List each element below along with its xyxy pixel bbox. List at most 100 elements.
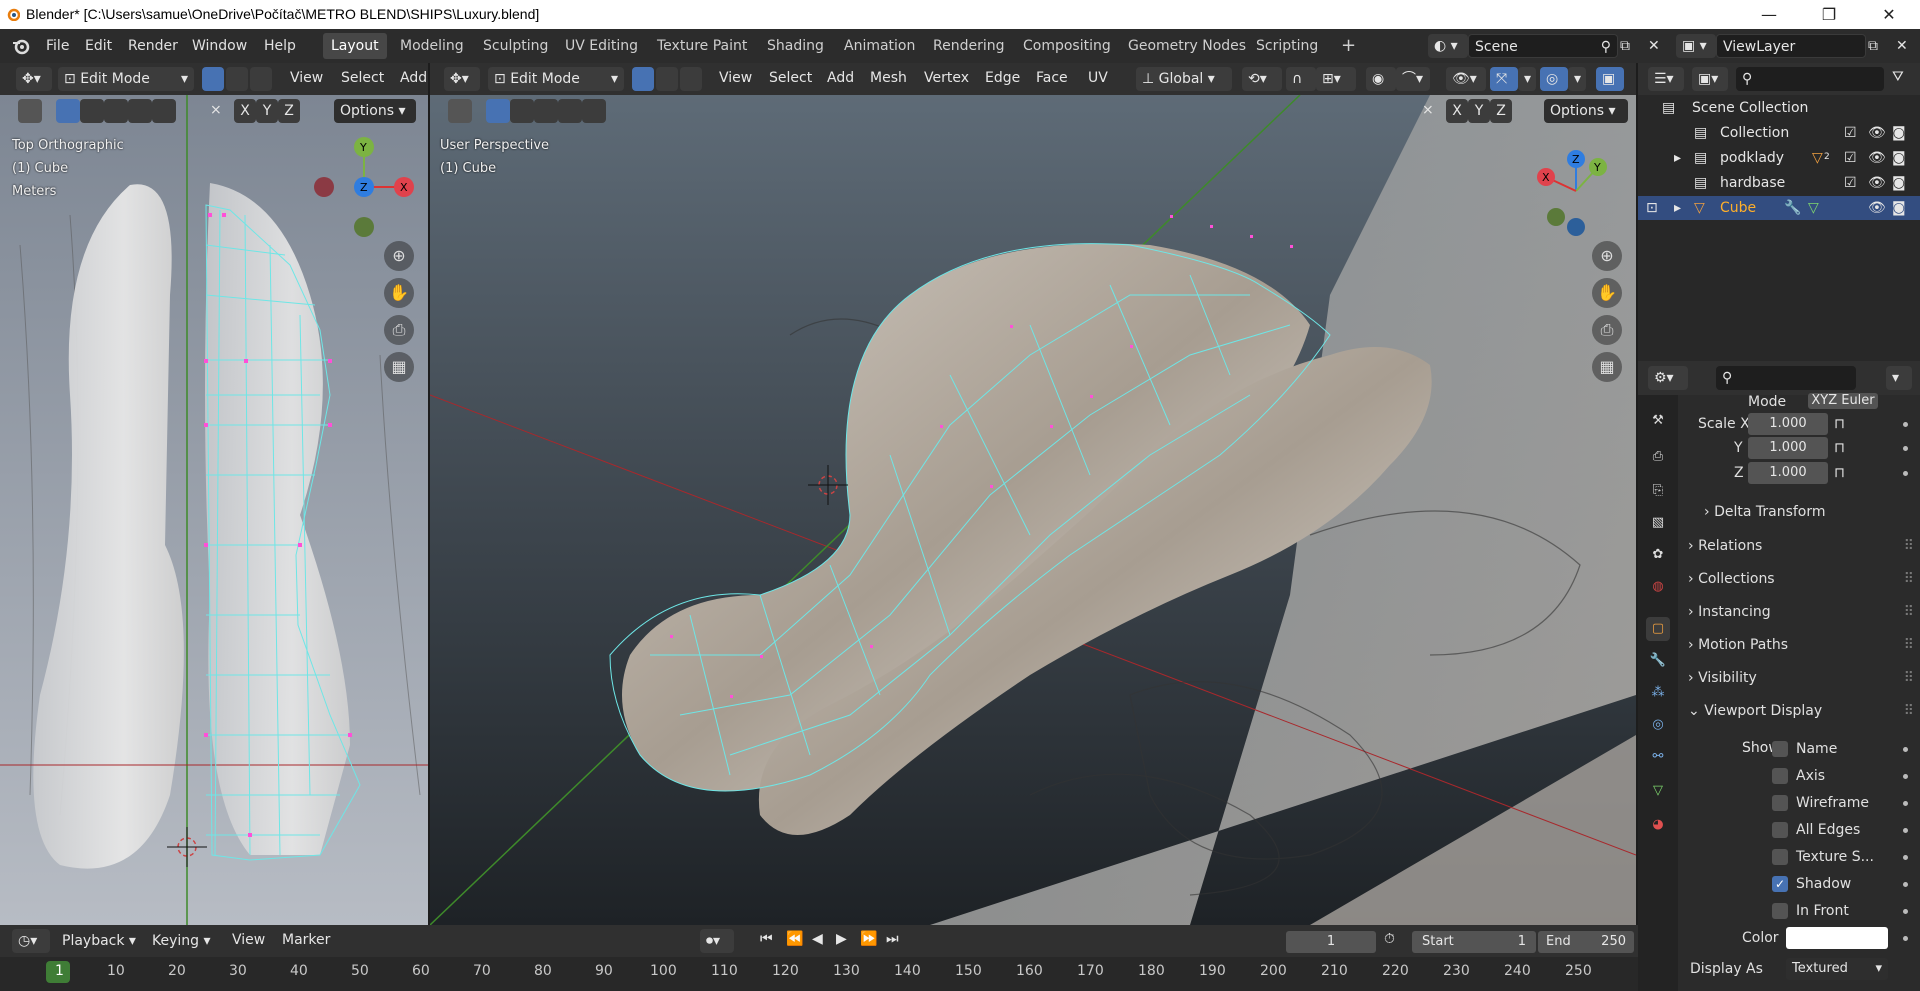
menu-window[interactable]: Window (190, 35, 249, 57)
keyframe-dot-icon[interactable] (1903, 774, 1908, 779)
maximize-button[interactable]: ❐ (1806, 0, 1852, 29)
mirror-x-toggle[interactable]: X (234, 99, 256, 123)
main-select-tool-button[interactable] (448, 99, 472, 123)
eye-icon[interactable]: 👁 (1868, 146, 1886, 170)
outliner-item-collection[interactable]: ▤ Collection ☑ 👁 ◙ (1638, 121, 1920, 145)
lock-icon[interactable]: ⊓ (1834, 434, 1845, 462)
eye-icon[interactable]: 👁 (1868, 121, 1886, 145)
stopwatch-icon[interactable]: ⏱ (1384, 931, 1395, 947)
physics-tab-icon[interactable]: ◎ (1646, 713, 1670, 737)
outliner-item-podklady[interactable]: ▸ ▤ podklady ▽ 2 ☑ 👁 ◙ (1638, 146, 1920, 170)
auto-keying-button[interactable]: ⏺▾ (700, 929, 734, 953)
tab-scripting[interactable]: Scripting (1248, 33, 1326, 59)
play-reverse-icon[interactable]: ◀ (812, 931, 823, 947)
camera-render-icon[interactable]: ◙ (1892, 171, 1906, 195)
instancing-panel[interactable]: › Instancing ⠿ (1688, 598, 1914, 626)
main-mode-dropdown[interactable]: ⊡ Edit Mode ▾ (488, 67, 624, 91)
zoom-icon[interactable]: ⊕ (384, 241, 414, 271)
drag-handle-icon[interactable]: ⠿ (1904, 532, 1914, 560)
select-box-mode-button[interactable] (56, 99, 80, 123)
left-menu-add[interactable]: Add (400, 70, 427, 86)
select-tool-button[interactable] (18, 99, 42, 123)
eye-icon[interactable]: 👁 (1868, 196, 1886, 220)
overlay-toggle[interactable]: ◎ (1540, 67, 1568, 91)
drag-handle-icon[interactable]: ⠿ (1904, 631, 1914, 659)
vertex-select-button[interactable] (202, 67, 224, 91)
menu-help[interactable]: Help (262, 35, 298, 57)
edit-mode-icon[interactable]: ⊡ (1646, 196, 1658, 220)
outliner-item-hardbase[interactable]: ▤ hardbase ☑ 👁 ◙ (1638, 171, 1920, 195)
viewport-display-panel[interactable]: ⌄ Viewport Display ⠿ (1688, 697, 1914, 725)
main-menu-edge[interactable]: Edge (985, 70, 1020, 86)
gizmo-dropdown[interactable]: ▾ (1518, 67, 1536, 91)
keyframe-dot-icon[interactable] (1903, 446, 1908, 451)
show-in-front-option[interactable]: In Front (1772, 897, 1920, 925)
tab-texture-paint[interactable]: Texture Paint (649, 33, 755, 59)
left-menu-view[interactable]: View (290, 70, 323, 86)
show-wireframe-option[interactable]: Wireframe (1772, 789, 1920, 817)
main-navigation-gizmo[interactable]: Z Y X (1530, 145, 1630, 245)
timeline-menu-view[interactable]: View (232, 932, 265, 948)
jump-keyframe-back-icon[interactable]: ⏪ (786, 931, 803, 947)
menu-render[interactable]: Render (126, 35, 180, 57)
camera-icon[interactable]: ⎙ (1592, 315, 1622, 345)
edge-select-button[interactable] (226, 67, 248, 91)
outliner-search-input[interactable]: ⚲ (1736, 67, 1884, 91)
main-menu-face[interactable]: Face (1036, 70, 1068, 86)
main-mirror-y-toggle[interactable]: Y (1468, 99, 1490, 123)
modifier-tab-icon[interactable]: 🔧 (1646, 649, 1670, 673)
show-all-edges-checkbox[interactable] (1772, 822, 1788, 838)
timeline-editor-type-button[interactable]: ◷▾ (12, 929, 50, 953)
pivot-dropdown[interactable]: ⟲▾ (1242, 67, 1282, 91)
scale-x-field[interactable]: 1.000 (1748, 413, 1828, 435)
jump-end-icon[interactable]: ⏭ (886, 931, 899, 947)
color-swatch[interactable] (1786, 927, 1888, 949)
delete-scene-icon[interactable]: ✕ (1648, 38, 1660, 54)
blender-menu-icon[interactable] (12, 37, 30, 55)
keyframe-dot-icon[interactable] (1903, 422, 1908, 427)
show-all-edges-option[interactable]: All Edges (1772, 816, 1920, 844)
scale-y-field[interactable]: 1.000 (1748, 437, 1828, 459)
visibility-dropdown[interactable]: 👁▾ (1446, 67, 1486, 91)
main-editor-type-button[interactable]: ✥▾ (444, 67, 480, 91)
camera-render-icon[interactable]: ◙ (1892, 196, 1906, 220)
constraints-tab-icon[interactable]: ⚯ (1646, 745, 1670, 769)
main-face-select-button[interactable] (680, 67, 702, 91)
gizmo-toggle[interactable]: ⤧ (1490, 67, 1518, 91)
scene-name-field[interactable]: Scene ⚲ (1468, 34, 1618, 58)
start-frame-field[interactable]: Start 1 (1412, 931, 1536, 953)
drag-handle-icon[interactable]: ⠿ (1904, 664, 1914, 692)
play-icon[interactable]: ▶ (836, 931, 847, 947)
view-layer-tab-icon[interactable]: ▧ (1646, 511, 1670, 535)
menu-edit[interactable]: Edit (83, 35, 114, 57)
minimize-button[interactable]: — (1746, 0, 1792, 29)
mirror-y-toggle[interactable]: Y (256, 99, 278, 123)
select-invert-button[interactable] (128, 99, 152, 123)
keying-menu[interactable]: Keying ▾ (146, 929, 220, 953)
relations-panel[interactable]: › Relations ⠿ (1688, 532, 1914, 560)
pin-icon[interactable]: ⚲ (1601, 35, 1611, 59)
scene-tab-icon[interactable]: ✿ (1646, 543, 1670, 567)
visibility-panel[interactable]: › Visibility ⠿ (1688, 664, 1914, 692)
tab-uv-editing[interactable]: UV Editing (557, 33, 646, 59)
properties-editor-type-button[interactable]: ⚙▾ (1648, 366, 1688, 390)
overlay-dropdown[interactable]: ▾ (1568, 67, 1586, 91)
scale-z-field[interactable]: 1.000 (1748, 462, 1828, 484)
add-workspace-button[interactable]: + (1333, 33, 1364, 59)
left-navigation-gizmo[interactable]: Y Z X (310, 133, 420, 243)
expand-arrow-icon[interactable]: ▸ (1674, 146, 1681, 170)
jump-keyframe-forward-icon[interactable]: ⏩ (860, 931, 877, 947)
checkbox-icon[interactable]: ☑ (1844, 171, 1857, 195)
hand-pan-icon[interactable]: ✋ (384, 278, 414, 308)
editor-type-button[interactable]: ✥▾ (16, 67, 52, 91)
main-menu-uv[interactable]: UV (1088, 70, 1108, 86)
main-vertex-select-button[interactable] (632, 67, 654, 91)
show-name-option[interactable]: Name (1772, 735, 1920, 763)
grid-perspective-icon[interactable]: ▦ (1592, 352, 1622, 382)
main-select-extend-button[interactable] (510, 99, 534, 123)
falloff-dropdown[interactable]: ⌒▾ (1396, 67, 1430, 91)
tab-rendering[interactable]: Rendering (925, 33, 1013, 59)
main-viewport[interactable]: ✥▾ ⊡ Edit Mode ▾ View Select Add Mesh Ver… (430, 63, 1636, 925)
left-viewport[interactable]: ✥▾ ⊡ Edit Mode ▾ View Select Add ⨯ X Y Z … (0, 63, 428, 925)
drag-handle-icon[interactable]: ⠿ (1904, 697, 1914, 725)
